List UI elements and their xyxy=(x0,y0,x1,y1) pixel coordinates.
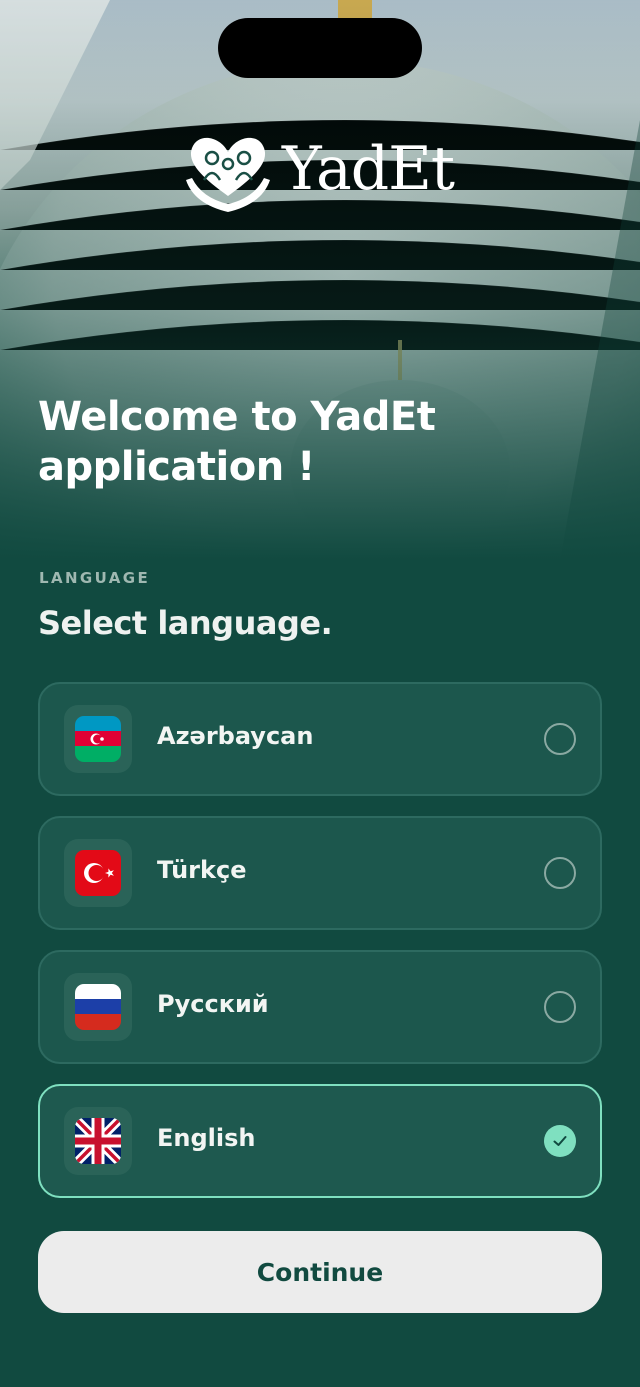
language-label: Türkçe xyxy=(157,856,247,884)
language-option-russian[interactable]: Русский xyxy=(38,950,602,1064)
language-option-azerbaijani[interactable]: Azərbaycan xyxy=(38,682,602,796)
radio-button[interactable] xyxy=(544,723,576,755)
language-section-label: LANGUAGE xyxy=(39,569,151,587)
heart-hands-family-icon xyxy=(186,137,270,212)
language-option-english[interactable]: English xyxy=(38,1084,602,1198)
brand-logo: YadEt xyxy=(184,120,464,220)
azerbaijan-flag-icon xyxy=(75,716,121,762)
flag-container xyxy=(64,839,132,907)
language-option-list: Azərbaycan Türkçe Русский English xyxy=(38,682,602,1218)
russia-flag-icon xyxy=(75,984,121,1030)
language-option-turkish[interactable]: Türkçe xyxy=(38,816,602,930)
language-label: Русский xyxy=(157,990,269,1018)
welcome-title: Welcome to YadEt application ! xyxy=(38,394,436,490)
radio-button[interactable] xyxy=(544,991,576,1023)
continue-button[interactable]: Continue xyxy=(38,1231,602,1313)
flag-container xyxy=(64,973,132,1041)
turkey-flag-icon xyxy=(75,850,121,896)
select-language-title: Select language. xyxy=(38,604,333,642)
uk-flag-icon xyxy=(75,1118,121,1164)
flag-container xyxy=(64,1107,132,1175)
brand-name: YadEt xyxy=(282,134,455,204)
language-label: Azərbaycan xyxy=(157,722,314,750)
radio-button-checked[interactable] xyxy=(544,1125,576,1157)
camera-notch xyxy=(218,18,422,78)
flag-container xyxy=(64,705,132,773)
language-label: English xyxy=(157,1124,256,1152)
radio-button[interactable] xyxy=(544,857,576,889)
checkmark-icon xyxy=(553,1136,567,1146)
